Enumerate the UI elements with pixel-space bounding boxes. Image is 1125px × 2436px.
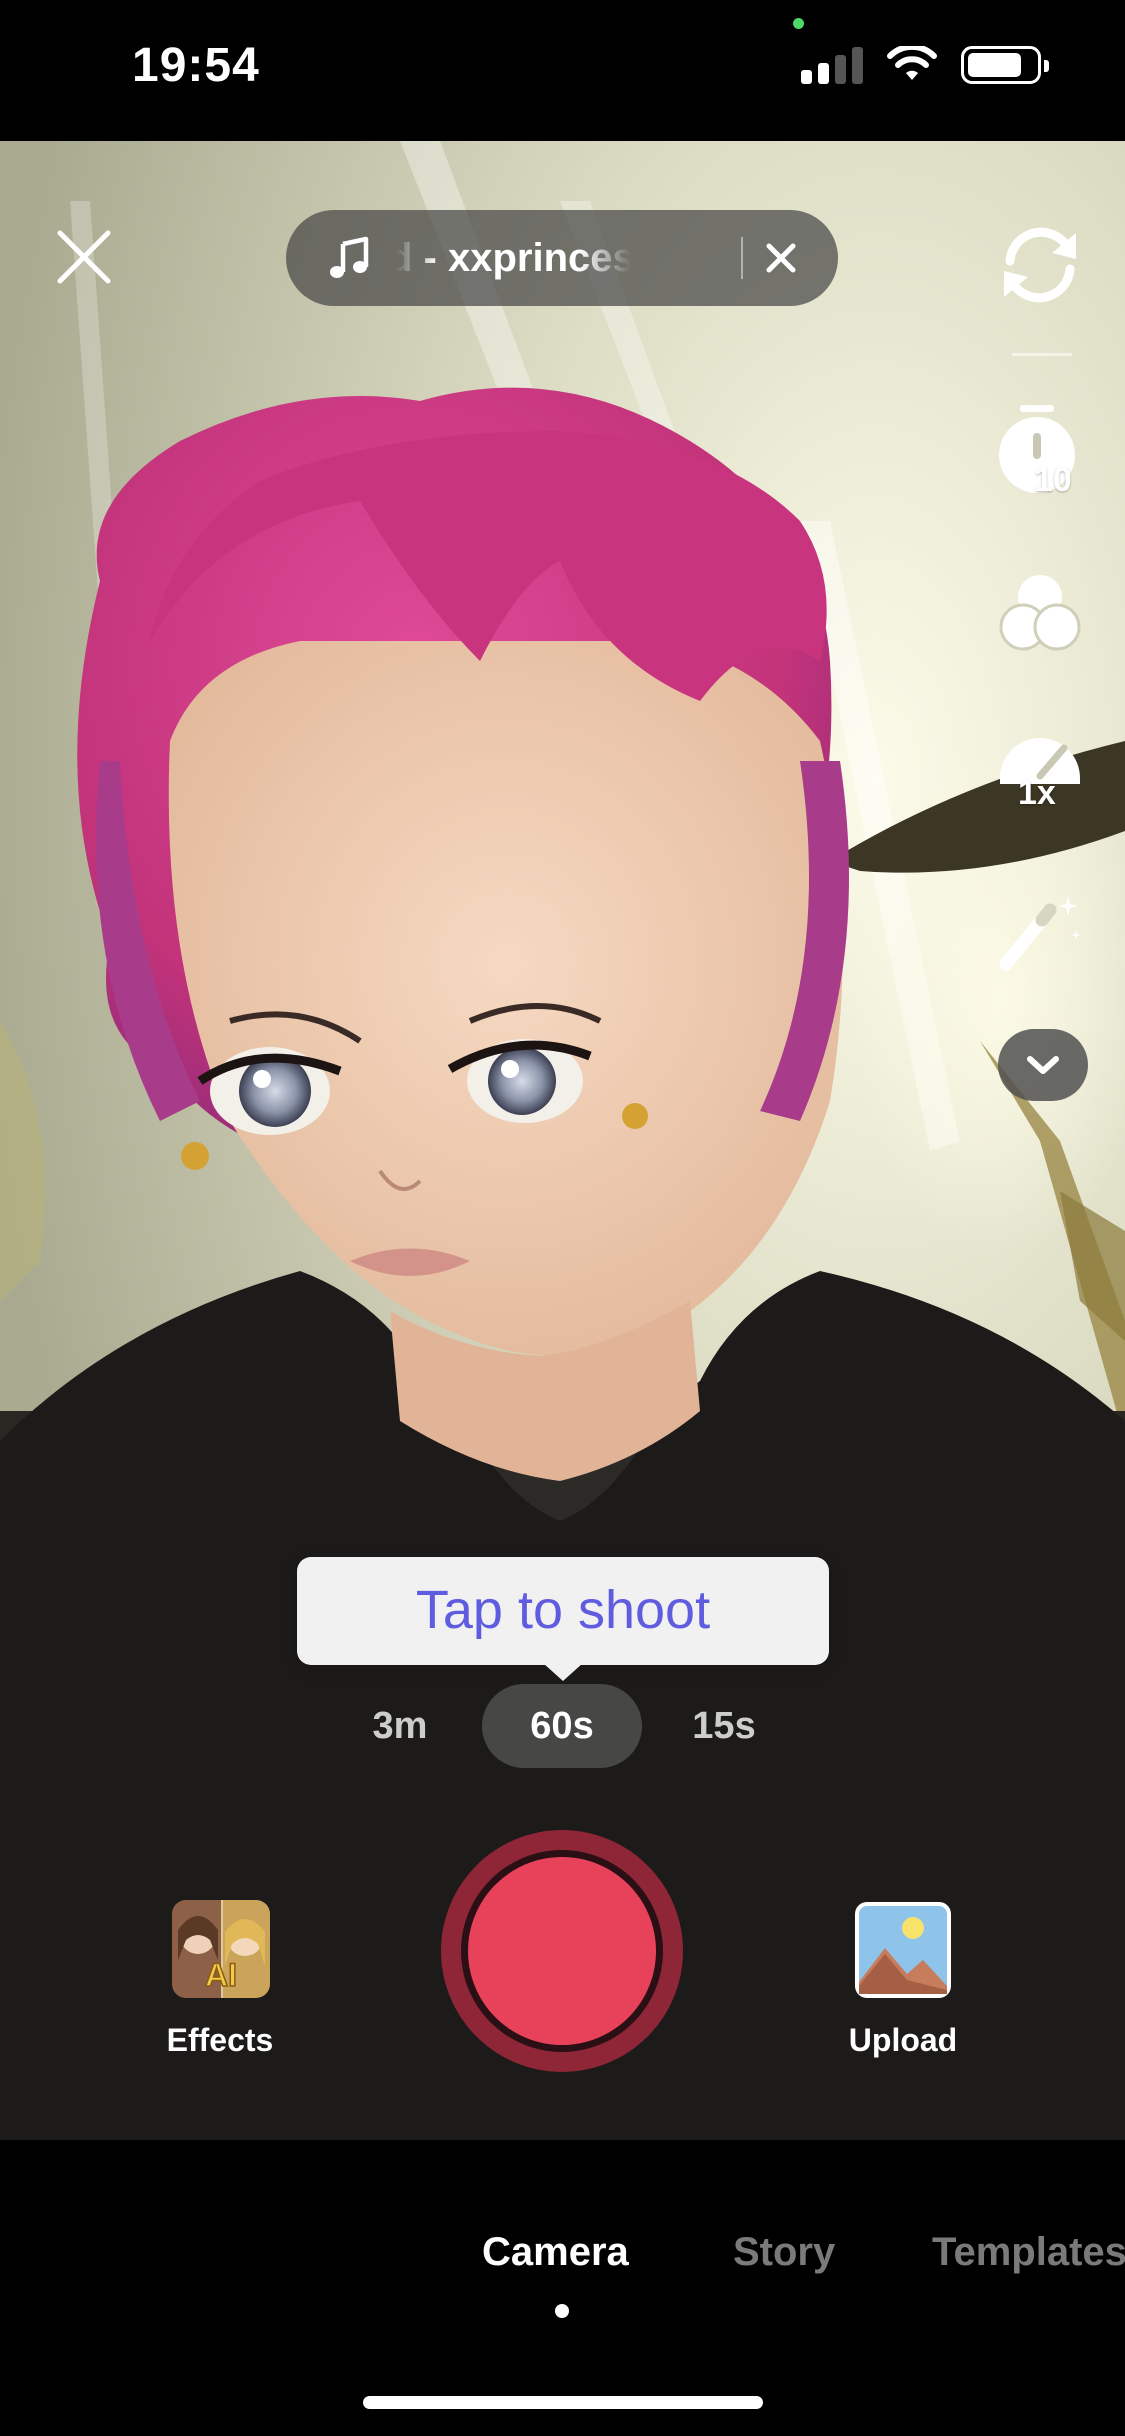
- record-button-core: [468, 1857, 656, 2045]
- tab-camera[interactable]: Camera: [482, 2230, 629, 2275]
- effects-ai-badge: AI: [205, 1957, 237, 1993]
- cellular-signal-icon: [801, 46, 863, 84]
- camera-in-use-indicator: [793, 18, 804, 29]
- active-tab-indicator: [555, 2304, 569, 2318]
- chevron-down-icon: [1027, 1056, 1059, 1074]
- timer-button[interactable]: 10: [990, 405, 1090, 505]
- battery-icon: [961, 46, 1049, 84]
- gallery-image-icon: [859, 1906, 947, 1994]
- divider: [741, 237, 743, 279]
- duration-option-3m[interactable]: 3m: [340, 1684, 460, 1768]
- status-icons: [801, 46, 1049, 84]
- effects-thumbnail-icon: AI: [172, 1900, 270, 1998]
- flip-camera-button[interactable]: [990, 215, 1090, 315]
- sound-title: d - xxprincess.dia: [396, 236, 631, 280]
- tooltip-text: Tap to shoot: [415, 1580, 711, 1640]
- upload-label: Upload: [848, 2022, 958, 2058]
- timer-badge: 10: [1034, 461, 1072, 499]
- duration-option-60s[interactable]: 60s: [482, 1684, 642, 1768]
- record-button[interactable]: [441, 1830, 683, 2072]
- remove-sound-button[interactable]: [762, 239, 800, 277]
- tab-story[interactable]: Story: [733, 2230, 835, 2275]
- tap-to-shoot-tooltip: Tap to shoot: [297, 1557, 829, 1681]
- status-time: 19:54: [132, 39, 260, 92]
- camera-preview[interactable]: d - xxprincess.dia 10: [0, 141, 1125, 2140]
- tab-templates[interactable]: Templates: [932, 2230, 1125, 2275]
- upload-button[interactable]: [855, 1902, 951, 1998]
- magic-wand-icon: [999, 896, 1081, 971]
- close-camera-button[interactable]: [52, 225, 116, 289]
- close-icon: [57, 230, 111, 284]
- effects-button[interactable]: AI: [172, 1900, 270, 1998]
- music-note-icon: [330, 236, 369, 278]
- flip-camera-icon: [1004, 227, 1076, 303]
- home-indicator[interactable]: [363, 2396, 763, 2409]
- duration-selector: 3m 60s 15s: [0, 1684, 1125, 1768]
- more-tools-button[interactable]: [998, 1029, 1088, 1101]
- filters-button[interactable]: [990, 565, 1090, 665]
- tooltip-arrow: [543, 1663, 583, 1681]
- effects-label: Effects: [166, 2022, 274, 2058]
- toolbar-divider: [1012, 353, 1072, 356]
- duration-option-15s[interactable]: 15s: [664, 1684, 784, 1768]
- wifi-icon: [887, 46, 937, 80]
- mode-tabs: Camera Story Templates: [0, 2220, 1125, 2300]
- status-bar: 19:54: [0, 0, 1125, 140]
- beauty-button[interactable]: [990, 880, 1090, 980]
- speed-badge: 1x: [1018, 774, 1056, 812]
- speed-button[interactable]: 1x: [990, 720, 1090, 820]
- add-sound-pill[interactable]: d - xxprincess.dia: [286, 210, 838, 306]
- filters-icon: [999, 575, 1081, 651]
